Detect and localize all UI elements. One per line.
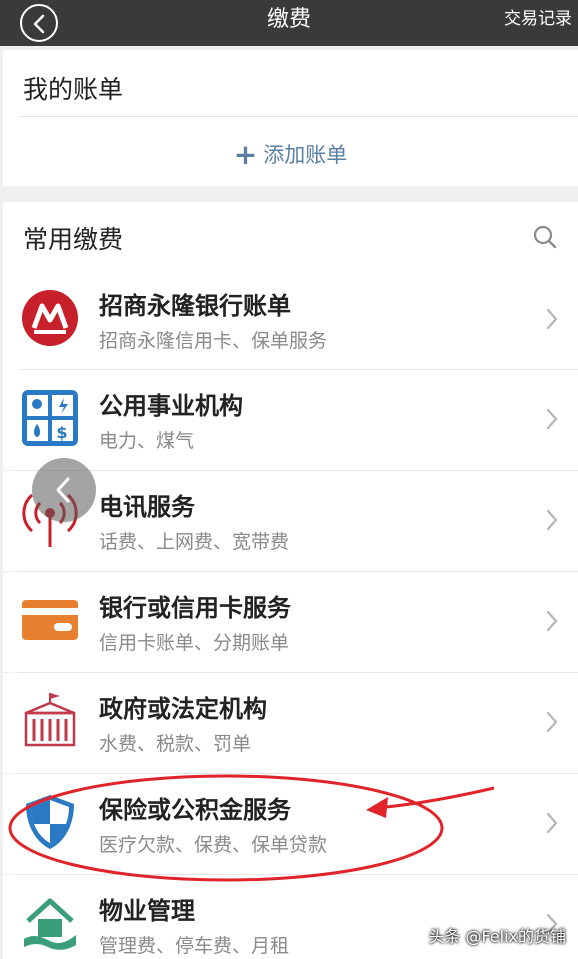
transaction-history-link[interactable]: 交易记录	[504, 0, 572, 38]
common-payments-header: 常用缴费	[3, 202, 578, 270]
utilities-icon: $	[22, 390, 78, 446]
top-bar: 缴费 交易记录	[0, 0, 578, 46]
page-title: 缴费	[266, 7, 311, 32]
item-name: 电讯服务	[99, 493, 195, 521]
add-bill-button[interactable]: + 添加账单	[3, 138, 578, 171]
plus-icon: +	[233, 138, 258, 171]
chevron-right-icon	[546, 711, 558, 733]
chevron-left-icon	[56, 477, 70, 503]
item-subtitle: 信用卡账单、分期账单	[99, 632, 290, 654]
chevron-right-icon	[546, 610, 558, 632]
chevron-right-icon	[546, 408, 558, 430]
item-name: 公用事业机构	[99, 392, 243, 420]
item-name: 招商永隆银行账单	[99, 292, 291, 320]
list-item-government[interactable]: 政府或法定机构 水费、税款、罚单	[3, 673, 578, 773]
list-item-insurance[interactable]: 保险或公积金服务 医疗欠款、保费、保单贷款	[3, 774, 578, 874]
my-bills-section: 我的账单 + 添加账单	[3, 50, 578, 186]
item-name: 政府或法定机构	[99, 695, 267, 723]
cmb-logo-icon	[22, 290, 78, 346]
property-icon	[24, 898, 76, 950]
item-name: 保险或公积金服务	[99, 796, 291, 824]
chevron-right-icon	[546, 308, 558, 330]
search-icon[interactable]	[532, 224, 558, 250]
list-item-utilities[interactable]: $ 公用事业机构 电力、煤气	[3, 370, 578, 470]
list-item-bank-card[interactable]: 银行或信用卡服务 信用卡账单、分期账单	[3, 572, 578, 672]
item-subtitle: 管理费、停车费、月租	[99, 935, 290, 957]
credit-card-icon	[22, 600, 78, 640]
my-bills-title: 我的账单	[23, 75, 124, 104]
item-subtitle: 话费、上网费、宽带费	[99, 531, 290, 553]
item-subtitle: 电力、煤气	[99, 430, 195, 452]
item-name: 银行或信用卡服务	[99, 594, 291, 622]
item-subtitle: 医疗欠款、保费、保单贷款	[99, 834, 328, 856]
chevron-right-icon	[546, 509, 558, 531]
divider	[20, 116, 578, 117]
government-icon	[24, 693, 76, 747]
item-subtitle: 水费、税款、罚单	[99, 733, 252, 755]
common-payments-title: 常用缴费	[23, 225, 124, 254]
list-item-cmb[interactable]: 招商永隆银行账单 招商永隆信用卡、保单服务	[3, 270, 578, 370]
svg-text:$: $	[56, 423, 67, 442]
item-subtitle: 招商永隆信用卡、保单服务	[99, 330, 328, 352]
shield-icon	[26, 795, 74, 849]
watermark: 头条 @Felix的货铺	[428, 927, 566, 946]
add-bill-label: 添加账单	[263, 143, 348, 167]
item-name: 物业管理	[99, 897, 195, 925]
chevron-right-icon	[546, 812, 558, 834]
floating-back-button[interactable]	[32, 458, 96, 522]
